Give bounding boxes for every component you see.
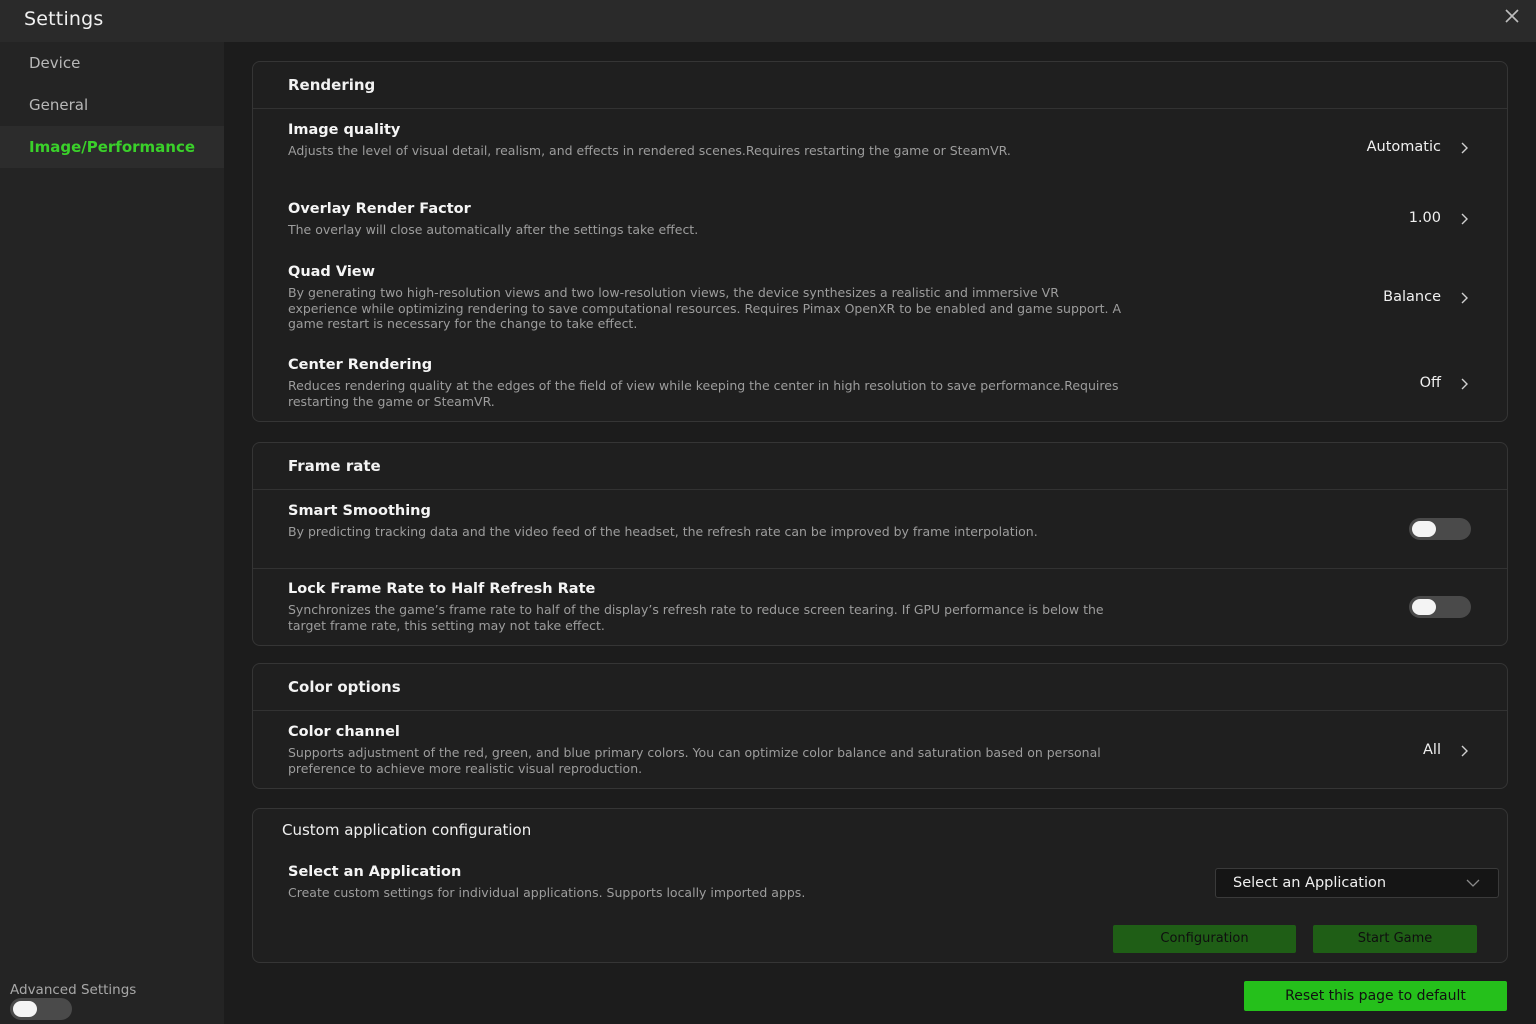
center-rendering-row[interactable]: Center Rendering Reduces rendering quali… — [253, 345, 1507, 421]
row-description: Supports adjustment of the red, green, a… — [288, 745, 1101, 776]
chevron-right-icon[interactable] — [1459, 212, 1469, 226]
row-title: Color channel — [288, 724, 400, 740]
main-content: Rendering Image quality Adjusts the leve… — [224, 42, 1536, 1024]
row-title: Image quality — [288, 122, 401, 138]
sidebar-item-device[interactable]: Device — [0, 42, 224, 84]
advanced-settings-toggle[interactable] — [10, 998, 72, 1020]
smart-smoothing-row: Smart Smoothing By predicting tracking d… — [253, 491, 1507, 567]
configuration-button[interactable]: Configuration — [1113, 925, 1296, 953]
chevron-right-icon[interactable] — [1459, 744, 1469, 758]
quad-view-value[interactable]: Balance — [1383, 289, 1441, 305]
reset-page-button[interactable]: Reset this page to default — [1244, 981, 1507, 1011]
row-description: By predicting tracking data and the vide… — [288, 524, 1038, 539]
rendering-card: Rendering Image quality Adjusts the leve… — [252, 61, 1508, 422]
toggle-knob — [1412, 599, 1436, 615]
row-title: Quad View — [288, 264, 376, 280]
image-quality-row[interactable]: Image quality Adjusts the level of visua… — [253, 110, 1507, 188]
row-title: Lock Frame Rate to Half Refresh Rate — [288, 581, 596, 597]
chevron-right-icon[interactable] — [1459, 377, 1469, 391]
sidebar: Device General Image/Performance Advance… — [0, 42, 224, 1024]
toggle-knob — [13, 1001, 37, 1017]
sidebar-item-general[interactable]: General — [0, 84, 224, 126]
frame-rate-card: Frame rate Smart Smoothing By predicting… — [252, 442, 1508, 646]
rendering-header: Rendering — [253, 62, 1507, 109]
image-quality-value[interactable]: Automatic — [1367, 139, 1441, 155]
row-title: Center Rendering — [288, 357, 433, 373]
row-description: Adjusts the level of visual detail, real… — [288, 143, 1011, 158]
close-icon[interactable] — [1502, 6, 1522, 26]
row-description: By generating two high-resolution views … — [288, 285, 1122, 331]
select-application-description: Create custom settings for individual ap… — [288, 885, 806, 900]
window-title: Settings — [24, 8, 104, 30]
row-title: Overlay Render Factor — [288, 201, 471, 217]
application-select-value: Select an Application — [1233, 875, 1387, 891]
row-description: Synchronizes the game’s frame rate to ha… — [288, 602, 1104, 633]
chevron-right-icon[interactable] — [1459, 291, 1469, 305]
sidebar-item-image-performance[interactable]: Image/Performance — [0, 126, 224, 168]
chevron-right-icon[interactable] — [1459, 141, 1469, 155]
overlay-render-factor-row[interactable]: Overlay Render Factor The overlay will c… — [253, 189, 1507, 251]
application-select[interactable]: Select an Application — [1215, 868, 1499, 898]
advanced-settings-label: Advanced Settings — [10, 982, 137, 998]
lock-frame-rate-toggle[interactable] — [1409, 596, 1471, 618]
row-title: Smart Smoothing — [288, 503, 431, 519]
color-options-card: Color options Color channel Supports adj… — [252, 663, 1508, 789]
color-channel-row[interactable]: Color channel Supports adjustment of the… — [253, 712, 1507, 788]
row-description: The overlay will close automatically aft… — [288, 222, 699, 237]
color-channel-value[interactable]: All — [1423, 742, 1441, 758]
custom-application-card: Custom application configuration Select … — [252, 808, 1508, 963]
color-options-header: Color options — [253, 664, 1507, 711]
chevron-down-icon — [1466, 879, 1480, 887]
title-bar: Settings — [0, 0, 1536, 42]
lock-frame-rate-row: Lock Frame Rate to Half Refresh Rate Syn… — [253, 569, 1507, 645]
custom-application-header: Custom application configuration — [282, 821, 532, 839]
row-description: Reduces rendering quality at the edges o… — [288, 378, 1119, 409]
quad-view-row[interactable]: Quad View By generating two high-resolut… — [253, 252, 1507, 344]
frame-rate-header: Frame rate — [253, 443, 1507, 490]
select-application-title: Select an Application — [288, 864, 462, 880]
smart-smoothing-toggle[interactable] — [1409, 518, 1471, 540]
center-rendering-value[interactable]: Off — [1420, 375, 1441, 391]
overlay-render-factor-value[interactable]: 1.00 — [1409, 210, 1441, 226]
toggle-knob — [1412, 521, 1436, 537]
start-game-button[interactable]: Start Game — [1313, 925, 1477, 953]
